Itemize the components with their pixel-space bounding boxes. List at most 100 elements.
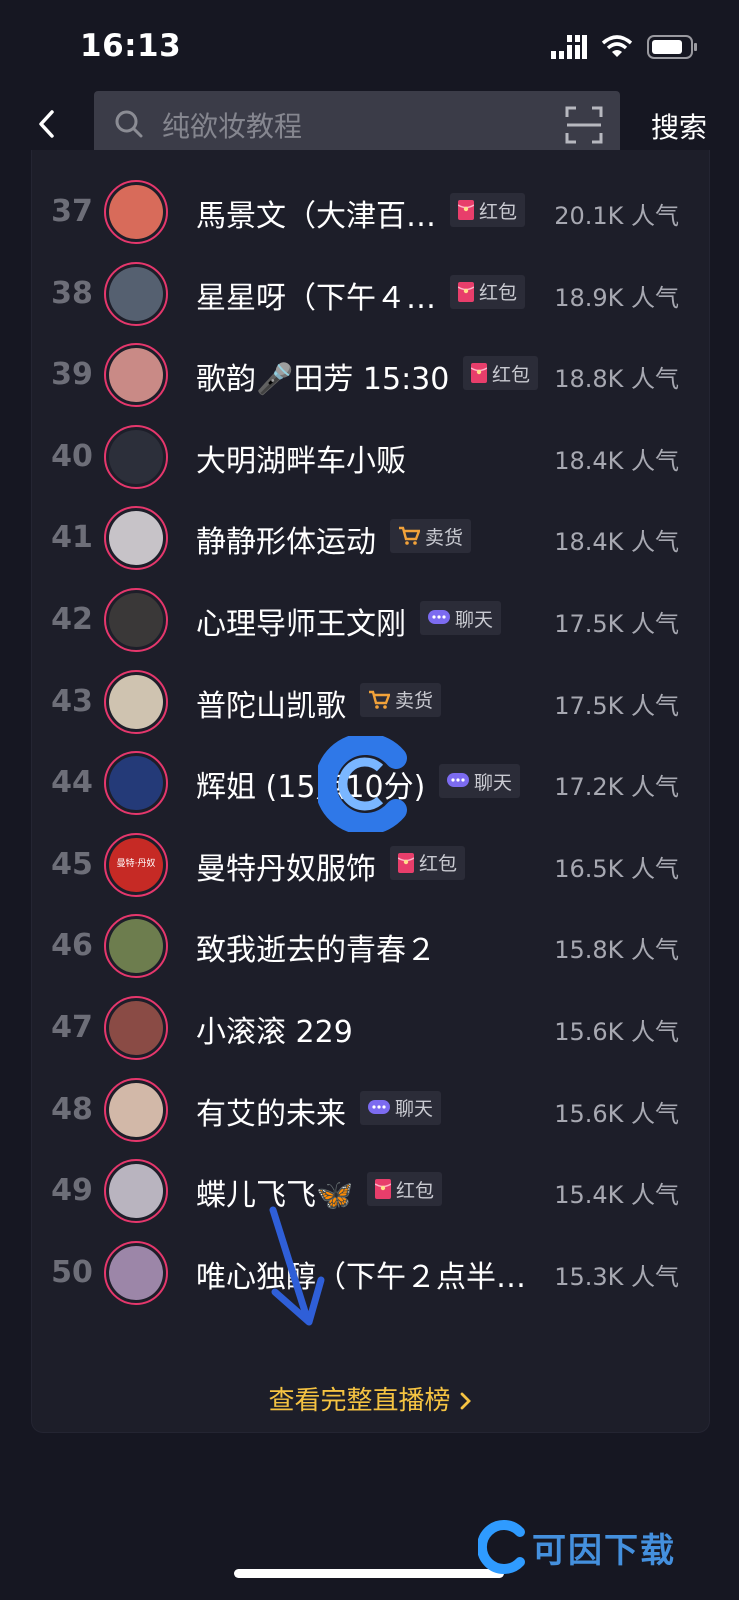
popularity-count: 17.2K 人气 (554, 773, 679, 802)
avatar-image (109, 1245, 163, 1300)
avatar-image (109, 756, 163, 811)
ranking-row[interactable]: 48 有艾的未来 聊天 15.6K 人气 (32, 1070, 709, 1153)
streamer-name[interactable]: 馬景文（大津百… (196, 191, 436, 235)
rank-number: 44 (51, 765, 93, 801)
ranking-row[interactable]: 42 心理导师王文刚 聊天 17.5K 人气 (32, 580, 709, 663)
streamer-name[interactable]: 心理导师王文刚 (196, 599, 406, 643)
popularity-count: 18.4K 人气 (554, 446, 679, 475)
streamer-name[interactable]: 唯心独醇（下午２点半… (196, 1252, 526, 1296)
popularity-count: 18.9K 人气 (554, 283, 679, 312)
streamer-name[interactable]: 歌韵🎤田芳 15:30 (196, 354, 449, 398)
avatar-image (109, 266, 163, 321)
scan-icon[interactable] (564, 105, 604, 145)
tag-chat: 聊天 (360, 1090, 442, 1125)
avatar[interactable] (104, 1159, 168, 1224)
rank-number: 48 (51, 1091, 93, 1127)
rank-number: 41 (51, 520, 93, 556)
popularity-count: 15.3K 人气 (554, 1262, 679, 1291)
tag-label: 红包 (419, 853, 458, 876)
tag-label: 聊天 (455, 608, 494, 631)
streamer-name[interactable]: 致我逝去的青春２ (196, 925, 436, 969)
ranking-row[interactable]: 43 普陀山凯歌 卖货 17.5K 人气 (32, 662, 709, 745)
popularity-count: 18.8K 人气 (554, 365, 679, 394)
avatar[interactable] (104, 343, 168, 408)
rank-number: 49 (51, 1173, 93, 1209)
avatar[interactable] (104, 1240, 168, 1305)
brand-logo-icon (478, 1520, 525, 1574)
search-icon (115, 110, 143, 138)
ranking-row[interactable]: 37 馬景文（大津百… 红包 20.1K 人气 (32, 172, 709, 255)
tag-label: 聊天 (395, 1098, 434, 1121)
popularity-count: 16.5K 人气 (554, 854, 679, 883)
status-icons (551, 34, 699, 60)
streamer-name[interactable]: 星星呀（下午４… (196, 273, 436, 317)
popularity-count: 18.4K 人气 (554, 528, 679, 557)
avatar[interactable]: 曼特·丹奴 (104, 832, 168, 897)
tag-label: 卖货 (425, 526, 464, 549)
streamer-name[interactable]: 普陀山凯歌 (196, 681, 346, 725)
streamer-name[interactable]: 大明湖畔车小贩 (196, 436, 406, 480)
avatar-image (109, 1001, 163, 1055)
avatar[interactable] (104, 669, 168, 734)
red-envelope-icon (458, 281, 474, 302)
ranking-row[interactable]: 47 小滚滚 229 15.6K 人气 (32, 988, 709, 1071)
avatar[interactable] (104, 588, 168, 652)
chat-bubble-icon (368, 1099, 390, 1114)
popularity-count: 17.5K 人气 (554, 691, 679, 720)
home-indicator (234, 1569, 504, 1578)
tag-label: 红包 (479, 200, 518, 223)
ranking-row[interactable]: 41 静静形体运动 卖货 18.4K 人气 (32, 498, 709, 581)
chevron-right-icon (451, 1386, 473, 1416)
tag-hongbao: 红包 (390, 845, 466, 880)
annotation-arrow (255, 1200, 335, 1330)
shopping-cart-icon (369, 690, 390, 709)
avatar-image (109, 1082, 163, 1137)
avatar-image (109, 919, 163, 974)
search-button[interactable]: 搜索 (651, 106, 707, 146)
tag-cart: 卖货 (390, 519, 472, 554)
tag-hongbao: 红包 (367, 1172, 443, 1207)
rank-number: 42 (51, 602, 93, 637)
cellular-signal-icon (551, 35, 587, 59)
view-full-ranking-label: 查看完整直播榜 (268, 1386, 451, 1416)
streamer-name[interactable]: 有艾的未来 (196, 1089, 346, 1133)
ranking-row[interactable]: 49 蝶儿飞飞🦋 红包 15.4K 人气 (32, 1151, 709, 1234)
ranking-row[interactable]: 39 歌韵🎤田芳 15:30 红包 18.8K 人气 (32, 335, 709, 418)
streamer-name[interactable]: 小滚滚 229 (196, 1007, 353, 1051)
avatar[interactable] (104, 996, 168, 1060)
avatar-image (109, 1164, 163, 1219)
search-box[interactable] (94, 91, 620, 161)
ranking-row[interactable]: 45 曼特·丹奴 曼特丹奴服饰 红包 16.5K 人气 (32, 825, 709, 908)
ranking-row[interactable]: 46 致我逝去的青春２ 15.8K 人气 (32, 906, 709, 989)
view-full-ranking-link[interactable]: 查看完整直播榜 (32, 1380, 709, 1417)
tag-label: 红包 (479, 282, 518, 305)
tag-cart: 卖货 (360, 682, 442, 717)
streamer-name[interactable]: 曼特丹奴服饰 (196, 844, 376, 888)
avatar[interactable] (104, 180, 168, 244)
avatar-logo-text: 曼特·丹奴 (116, 858, 156, 869)
avatar[interactable] (104, 424, 168, 489)
avatar-image (109, 674, 163, 729)
avatar[interactable] (104, 751, 168, 816)
rank-number: 39 (51, 357, 93, 393)
status-time: 16:13 (80, 28, 182, 64)
avatar[interactable] (104, 506, 168, 571)
avatar[interactable] (104, 261, 168, 326)
ranking-row[interactable]: 50 唯心独醇（下午２点半… 15.3K 人气 (32, 1233, 709, 1316)
rank-number: 45 (51, 846, 93, 882)
tag-hongbao: 红包 (450, 274, 526, 309)
avatar[interactable] (104, 1077, 168, 1142)
back-arrow-icon[interactable] (28, 104, 68, 144)
avatar[interactable] (104, 914, 168, 979)
streamer-name[interactable]: 静静形体运动 (196, 517, 376, 561)
popularity-count: 17.5K 人气 (554, 610, 679, 638)
watermark-brand: 可因下载 (478, 1512, 728, 1582)
avatar-image (109, 348, 163, 403)
ranking-row[interactable]: 38 星星呀（下午４… 红包 18.9K 人气 (32, 254, 709, 337)
shopping-cart-icon (399, 527, 420, 546)
popularity-count: 15.6K 人气 (554, 1018, 679, 1046)
rank-number: 43 (51, 683, 93, 719)
tag-chat: 聊天 (439, 764, 521, 799)
ranking-row[interactable]: 40 大明湖畔车小贩 18.4K 人气 (32, 417, 709, 500)
popularity-count: 15.8K 人气 (554, 936, 679, 965)
